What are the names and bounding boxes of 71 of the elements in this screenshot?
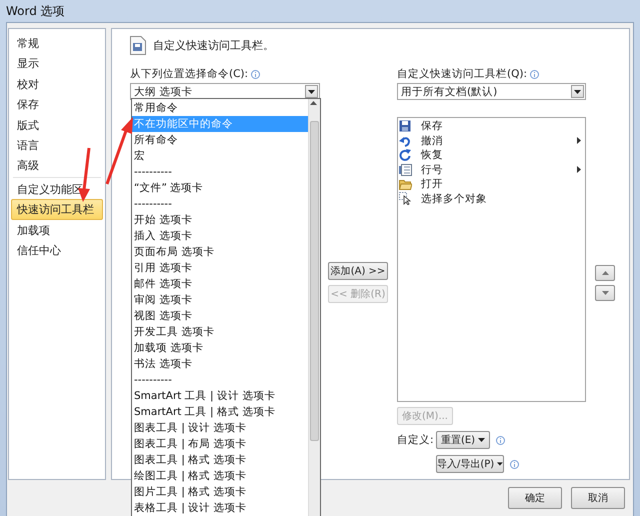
cancel-button[interactable]: 取消: [571, 487, 625, 509]
dropdown-option[interactable]: ----------: [132, 372, 308, 388]
arrow-annotation: [106, 117, 133, 184]
reset-button[interactable]: 重置(E): [436, 431, 490, 449]
caret-icon: [308, 90, 315, 94]
sidebar-item[interactable]: 常规: [11, 33, 103, 54]
dropdown-option[interactable]: “文件” 选项卡: [132, 180, 308, 196]
caret-icon: [478, 438, 486, 442]
field-label: 自定义:: [397, 433, 432, 447]
toolbar-item[interactable]: 选择多个对象: [421, 192, 487, 206]
dropdown-option[interactable]: 所有命令: [132, 132, 308, 148]
dropdown-option[interactable]: 加载项 选项卡: [132, 340, 308, 356]
section-heading: 自定义快速访问工具栏。: [153, 38, 274, 52]
dropdown-option[interactable]: 宏: [132, 148, 308, 164]
dropdown-option[interactable]: 常用命令: [132, 100, 308, 116]
toolbar-item[interactable]: 恢复: [421, 148, 443, 162]
toolbar-item[interactable]: 撤消: [421, 134, 443, 148]
ok-button[interactable]: 确定: [508, 487, 562, 509]
redo-icon: [399, 149, 411, 162]
scrollbar[interactable]: [308, 99, 320, 516]
dropdown-option[interactable]: 绘图工具 | 格式 选项卡: [132, 468, 308, 484]
info-icon: [530, 70, 539, 78]
sidebar-item[interactable]: 保存: [11, 94, 103, 115]
dropdown-option[interactable]: 插入 选项卡: [132, 228, 308, 244]
document-icon: [130, 36, 146, 54]
toolbar-item[interactable]: 行号: [421, 162, 443, 177]
scroll-thumb[interactable]: [310, 121, 319, 441]
dropdown-option[interactable]: 引用 选项卡: [132, 260, 308, 276]
sidebar-item[interactable]: 版式: [11, 114, 103, 135]
window-title: Word 选项: [5, 3, 66, 20]
info-icon: [496, 436, 505, 444]
sidebar-item[interactable]: 语言: [11, 134, 103, 156]
caret-icon: [574, 90, 581, 94]
dropdown-option[interactable]: 图片工具 | 格式 选项卡: [132, 484, 308, 500]
dropdown-option[interactable]: SmartArt 工具 | 设计 选项卡: [132, 388, 308, 404]
dropdown-option[interactable]: 审阅 选项卡: [132, 292, 308, 308]
info-icon: [510, 460, 519, 468]
dropdown-option[interactable]: 图表工具 | 格式 选项卡: [132, 452, 308, 468]
dropdown-option[interactable]: ----------: [132, 164, 308, 180]
dropdown-option[interactable]: 图表工具 | 布局 选项卡: [132, 436, 308, 452]
dropdown-option[interactable]: 开发工具 选项卡: [132, 324, 308, 340]
dropdown-option[interactable]: ----------: [132, 196, 308, 212]
dropdown-field[interactable]: 用于所有文档(默认): [397, 83, 586, 100]
caret-icon: [497, 462, 503, 466]
sidebar-item[interactable]: 快速访问工具栏: [11, 199, 103, 220]
info-icon: [251, 70, 260, 78]
dropdown-option[interactable]: 表格工具 | 设计 选项卡: [132, 500, 308, 516]
move-down-button[interactable]: [595, 285, 615, 301]
down-arrow-icon: [602, 291, 608, 295]
sidebar-item[interactable]: 显示: [11, 53, 103, 74]
field-label: 从下列位置选择命令(C):: [130, 67, 248, 81]
sidebar-item[interactable]: 校对: [11, 74, 103, 94]
undo-icon: [399, 134, 411, 147]
dropdown-option[interactable]: 书法 选项卡: [132, 356, 308, 372]
move-up-button[interactable]: [595, 265, 615, 281]
dropdown-option[interactable]: 图表工具 | 设计 选项卡: [132, 420, 308, 436]
dropdown-option[interactable]: 视图 选项卡: [132, 308, 308, 324]
folder-icon: [399, 178, 412, 190]
toolbar-item[interactable]: 打开: [421, 177, 443, 192]
up-arrow-icon: [602, 271, 608, 275]
dropdown-option[interactable]: 开始 选项卡: [132, 212, 308, 228]
add-button[interactable]: 添加(A) >>: [328, 262, 388, 280]
import-export-button[interactable]: 导入/导出(P): [436, 455, 504, 473]
sidebar-item[interactable]: 信任中心: [11, 240, 103, 260]
field-label: 自定义快速访问工具栏(Q):: [397, 67, 527, 81]
dropdown-option[interactable]: 邮件 选项卡: [132, 276, 308, 292]
sidebar-item[interactable]: 加载项: [11, 220, 103, 240]
dropdown-option[interactable]: SmartArt 工具 | 格式 选项卡: [132, 404, 308, 420]
toolbar-item[interactable]: 保存: [421, 119, 443, 134]
sidebar-item[interactable]: 高级: [11, 155, 103, 176]
dropdown-option[interactable]: 页面布局 选项卡: [132, 244, 308, 260]
